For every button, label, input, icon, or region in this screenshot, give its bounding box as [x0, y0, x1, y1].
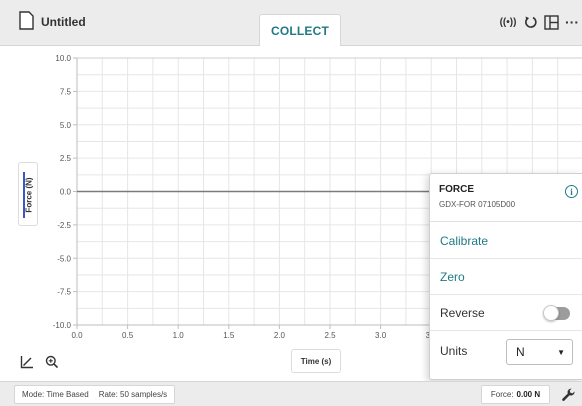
y-tick-label: 7.5	[60, 87, 72, 96]
sensor-icon[interactable]: ((•))	[498, 11, 518, 33]
graph-tools-icon[interactable]	[19, 354, 35, 370]
reverse-toggle[interactable]	[543, 305, 570, 321]
layout-icon[interactable]	[542, 11, 560, 33]
y-tick-label: 0.0	[60, 188, 72, 197]
mode-text: Mode: Time Based	[22, 390, 89, 399]
sensor-menu: FORCE GDX-FOR 07105D00 i Calibrate Zero …	[429, 173, 582, 380]
more-menu-icon[interactable]: ···	[563, 11, 581, 33]
status-bar: Mode: Time Based Rate: 50 samples/s Forc…	[0, 381, 582, 406]
sensor-device-id: GDX-FOR 07105D00	[439, 200, 516, 209]
force-meter[interactable]: Force: 0.00 N	[481, 385, 550, 404]
units-label: Units	[440, 344, 468, 358]
y-tick-label: -5.0	[57, 254, 71, 263]
units-select[interactable]: N ▼	[506, 339, 573, 365]
y-tick-label: 2.5	[60, 154, 72, 163]
x-tick-label: 2.5	[324, 331, 336, 340]
file-icon[interactable]	[19, 11, 34, 30]
undo-icon[interactable]	[522, 11, 540, 33]
x-tick-label: 1.5	[223, 331, 235, 340]
units-menu-item: Units N ▼	[430, 333, 582, 369]
x-axis-label-button[interactable]: Time (s)	[291, 349, 341, 373]
zoom-icon[interactable]	[44, 354, 60, 370]
x-tick-label: 0.0	[71, 331, 83, 340]
meter-value: 0.00 N	[516, 390, 541, 399]
y-axis-label: Force (N)	[24, 177, 34, 213]
units-value: N	[516, 345, 525, 359]
rate-text: Rate: 50 samples/s	[98, 390, 168, 399]
y-tick-label: 5.0	[60, 121, 72, 130]
reverse-menu-item[interactable]: Reverse	[430, 295, 582, 331]
y-tick-label: -2.5	[57, 221, 71, 230]
y-tick-label: -10.0	[53, 321, 72, 330]
y-axis-label-button[interactable]: Force (N)	[18, 162, 38, 226]
collection-settings-button[interactable]: Mode: Time Based Rate: 50 samples/s	[14, 385, 176, 404]
toggle-knob	[543, 305, 559, 321]
x-tick-label: 2.0	[274, 331, 286, 340]
x-tick-label: 3.0	[375, 331, 387, 340]
reverse-label: Reverse	[440, 305, 485, 320]
y-tick-label: 10.0	[55, 54, 71, 63]
y-tick-label: -7.5	[57, 288, 71, 297]
collect-button[interactable]: COLLECT	[259, 14, 341, 46]
sensor-name: FORCE	[439, 184, 474, 195]
sensor-menu-header: FORCE GDX-FOR 07105D00 i	[430, 174, 582, 222]
info-icon[interactable]: i	[565, 185, 578, 198]
zero-menu-item[interactable]: Zero	[430, 259, 582, 295]
top-toolbar: Untitled COLLECT ((•)) ···	[0, 0, 582, 46]
x-tick-label: 1.0	[173, 331, 185, 340]
calibrate-menu-item[interactable]: Calibrate	[430, 223, 582, 259]
meter-label: Force:	[490, 390, 514, 399]
document-title[interactable]: Untitled	[41, 15, 86, 29]
wrench-icon[interactable]	[559, 386, 577, 404]
x-tick-label: 0.5	[122, 331, 134, 340]
caret-down-icon: ▼	[557, 348, 565, 357]
